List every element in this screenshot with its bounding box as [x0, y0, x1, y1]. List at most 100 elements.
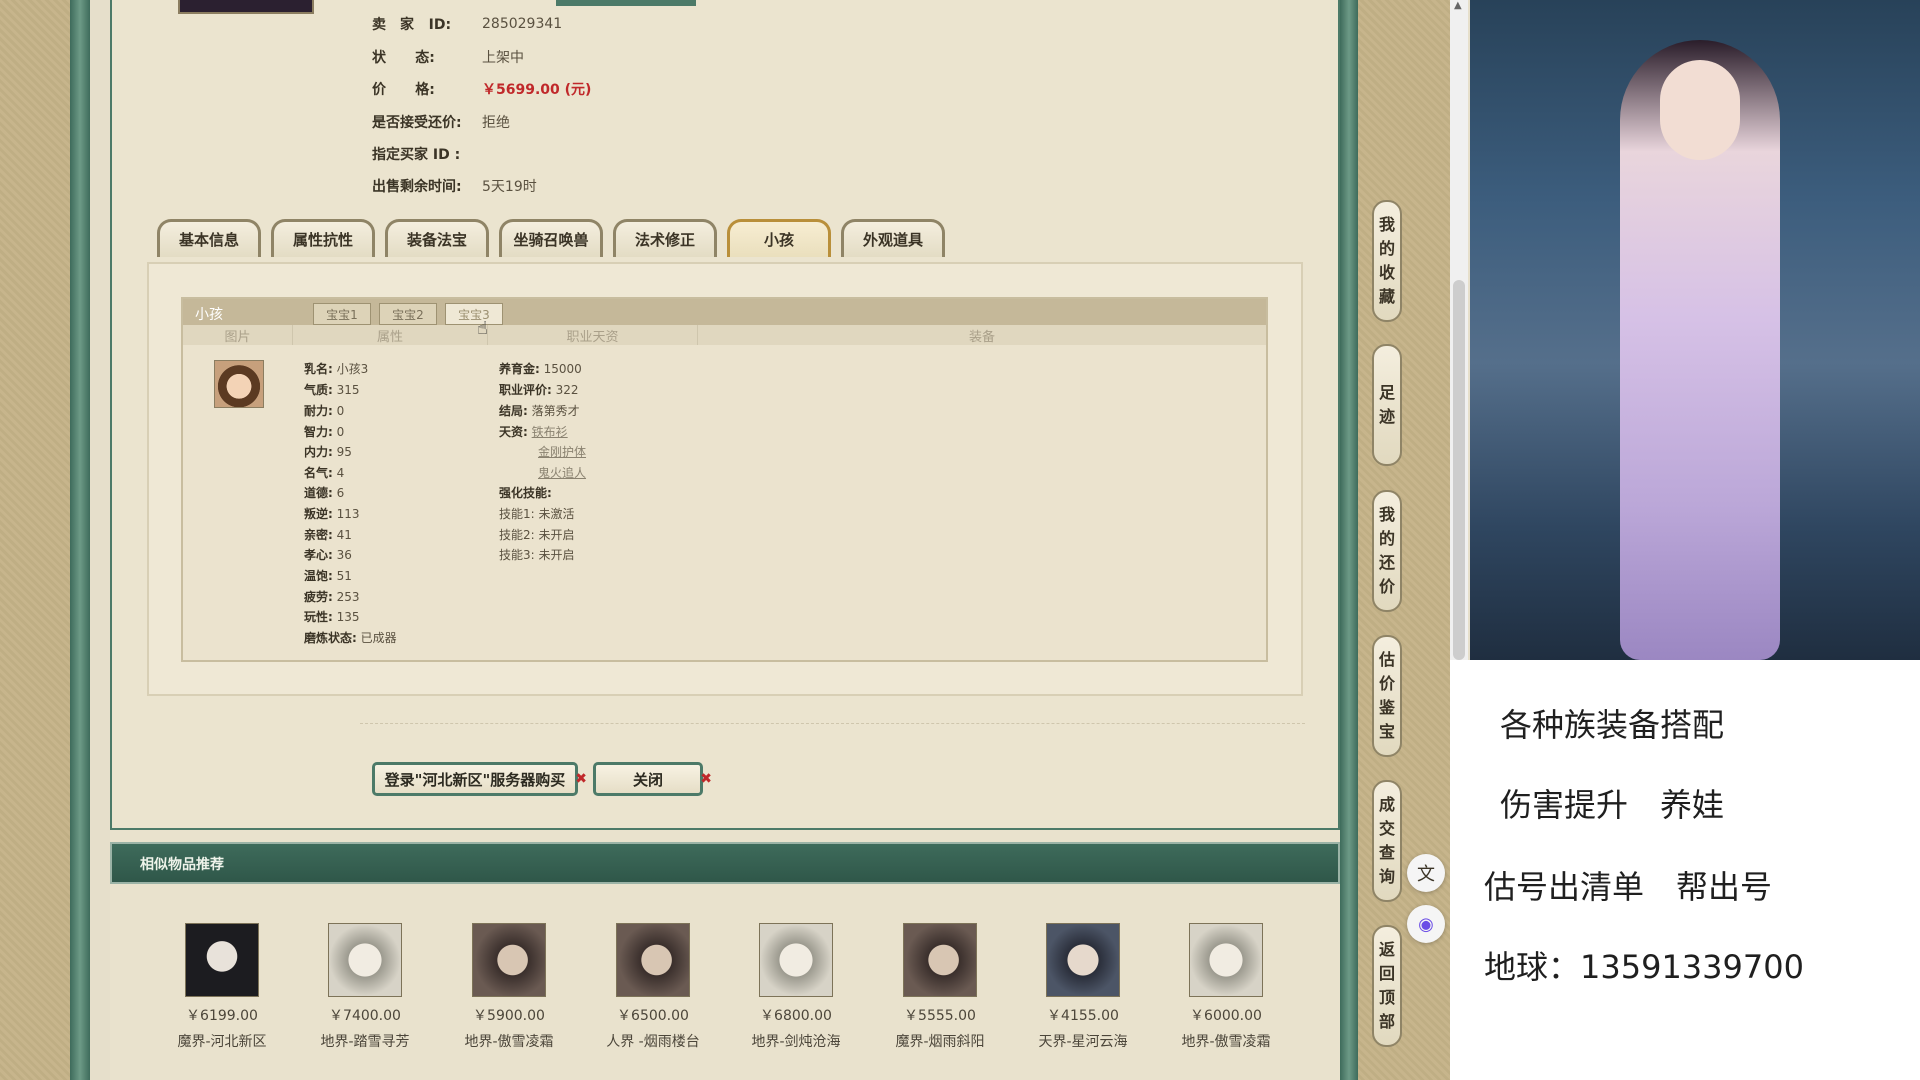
career-ending: 结局: 落第秀才	[499, 404, 580, 418]
side-nav-deal-query[interactable]: 成交查询	[1372, 780, 1402, 902]
recommend-server: 地界-剑炖沧海	[751, 1034, 841, 1050]
character-portrait[interactable]	[472, 923, 546, 997]
attr-morality: 道德: 6	[304, 486, 345, 500]
top-action-button[interactable]	[556, 0, 696, 6]
career-rating: 职业评价: 322	[499, 383, 579, 397]
close-x-icon: ✖	[575, 771, 587, 787]
character-portrait[interactable]	[616, 923, 690, 997]
recommend-item[interactable]: ￥5900.00 地界-傲雪凌霜	[449, 923, 569, 1051]
child-avatar	[214, 360, 264, 408]
character-face	[1660, 60, 1740, 160]
left-decor-border	[0, 0, 90, 1080]
side-nav-favorites[interactable]: 我的收藏	[1372, 200, 1402, 322]
side-nav-appraisal[interactable]: 估价鉴宝	[1372, 635, 1402, 757]
tab-spells[interactable]: 法术修正	[613, 219, 717, 257]
recommend-area	[110, 884, 1340, 1080]
recommend-server: 地界-傲雪凌霜	[1181, 1034, 1271, 1050]
recommend-price: ￥6800.00	[760, 1008, 832, 1024]
translate-icon[interactable]: 文	[1407, 854, 1445, 892]
attr-fame: 名气: 4	[304, 466, 345, 480]
recommend-item[interactable]: ￥5555.00 魔界-烟雨斜阳	[880, 923, 1000, 1051]
talent-link-3[interactable]: 鬼火追人	[538, 466, 586, 480]
promo-character-image	[1470, 0, 1920, 660]
price-row: 价 格: ￥5699.00 (元)	[372, 77, 591, 101]
recommend-server: 地界-傲雪凌霜	[464, 1034, 554, 1050]
recommend-server: 人界 -烟雨楼台	[606, 1034, 700, 1050]
promo-line-3: 估号出清单 帮出号	[1484, 868, 1773, 906]
tab-basic-info[interactable]: 基本信息	[157, 219, 261, 257]
side-nav-footprints[interactable]: 足迹	[1372, 344, 1402, 466]
tab-equipment[interactable]: 装备法宝	[385, 219, 489, 257]
talent-link-1[interactable]: 铁布衫	[532, 425, 568, 439]
scroll-up-arrow-icon[interactable]: ▲	[1454, 0, 1462, 11]
remaining-time-row: 出售剩余时间: 5天19时	[372, 174, 537, 198]
tab-attributes[interactable]: 属性抗性	[271, 219, 375, 257]
attr-stamina: 耐力: 0	[304, 404, 345, 418]
attr-temperament: 气质: 315	[304, 383, 360, 397]
character-portrait[interactable]	[1046, 923, 1120, 997]
career-skill-title: 强化技能:	[499, 486, 552, 500]
seller-id-row: 卖 家 ID: 285029341	[372, 12, 562, 36]
attr-filial: 孝心: 36	[304, 548, 352, 562]
attr-rebellion: 叛逆: 113	[304, 507, 360, 521]
side-nav-back-to-top[interactable]: 返回顶部	[1372, 925, 1402, 1047]
career-fund: 养育金: 15000	[499, 362, 582, 376]
attr-playfulness: 玩性: 135	[304, 610, 360, 624]
character-portrait[interactable]	[759, 923, 833, 997]
attr-training-state: 磨炼状态: 已成器	[304, 631, 397, 645]
career-skill-2: 技能2: 未开启	[499, 528, 575, 542]
attr-nickname: 乳名: 小孩3	[304, 362, 369, 376]
recommend-title: 相似物品推荐	[140, 857, 224, 873]
character-portrait[interactable]	[1189, 923, 1263, 997]
buyer-label: 指定买家 ID :	[372, 147, 461, 163]
character-portrait[interactable]	[185, 923, 259, 997]
close-button[interactable]: 关闭 ✖	[593, 762, 712, 796]
career-talent: 天资: 铁布衫	[499, 425, 568, 439]
price-value: ￥5699.00 (元)	[482, 82, 592, 98]
child-panel-header: 小孩 宝宝1 宝宝2 宝宝3	[183, 299, 1266, 325]
tab-appearance[interactable]: 外观道具	[841, 219, 945, 257]
mouse-cursor-icon: ☝	[477, 318, 488, 339]
promo-line-2: 伤害提升 养娃	[1500, 786, 1725, 824]
item-thumbnail	[178, 0, 314, 14]
recommend-price: ￥6500.00	[617, 1008, 689, 1024]
recommend-item[interactable]: ￥6500.00 人界 -烟雨楼台	[593, 923, 713, 1051]
promo-line-4: 地球：13591339700	[1484, 948, 1804, 986]
side-nav-my-offers[interactable]: 我的还价	[1372, 490, 1402, 612]
col-header-attributes: 属性	[293, 325, 488, 345]
character-portrait[interactable]	[903, 923, 977, 997]
recommend-item[interactable]: ￥6199.00 魔界-河北新区	[162, 923, 282, 1051]
seller-label: 卖 家 ID:	[372, 17, 452, 33]
assistant-icon[interactable]: ◉	[1407, 905, 1445, 943]
recommend-item[interactable]: ￥7400.00 地界-踏雪寻芳	[305, 923, 425, 1051]
character-portrait[interactable]	[328, 923, 402, 997]
talent-link-2[interactable]: 金刚护体	[538, 445, 586, 459]
attr-fatigue: 疲劳: 253	[304, 590, 360, 604]
recommend-price: ￥4155.00	[1047, 1008, 1119, 1024]
status-value: 上架中	[482, 50, 524, 66]
promo-line-1: 各种族装备搭配	[1500, 706, 1725, 744]
recommend-item[interactable]: ￥6800.00 地界-剑炖沧海	[736, 923, 856, 1051]
remaining-time-value: 5天19时	[482, 179, 537, 195]
recommend-item[interactable]: ￥4155.00 天界-星河云海	[1023, 923, 1143, 1051]
remaining-time-label: 出售剩余时间:	[372, 179, 462, 195]
recommend-item[interactable]: ￥6000.00 地界-傲雪凌霜	[1166, 923, 1286, 1051]
tab-mounts[interactable]: 坐骑召唤兽	[499, 219, 603, 257]
recommend-price: ￥6199.00	[186, 1008, 258, 1024]
career-talent-2: 金刚护体	[538, 443, 586, 460]
buyer-row: 指定买家 ID :	[372, 142, 482, 166]
login-server-buy-button[interactable]: 登录"河北新区"服务器购买 ✖	[372, 762, 587, 796]
status-label: 状 态:	[372, 50, 435, 66]
career-skill-1: 技能1: 未激活	[499, 507, 575, 521]
recommend-price: ￥7400.00	[329, 1008, 401, 1024]
subtab-baby3[interactable]: 宝宝3	[445, 303, 503, 325]
col-header-career: 职业天资	[488, 325, 698, 345]
subtab-baby2[interactable]: 宝宝2	[379, 303, 437, 325]
scrollbar-thumb[interactable]	[1453, 280, 1465, 660]
attr-internal-force: 内力: 95	[304, 445, 352, 459]
recommend-price: ￥5900.00	[473, 1008, 545, 1024]
attr-intelligence: 智力: 0	[304, 425, 345, 439]
recommend-server: 魔界-河北新区	[177, 1034, 267, 1050]
tab-child[interactable]: 小孩	[727, 219, 831, 257]
subtab-baby1[interactable]: 宝宝1	[313, 303, 371, 325]
